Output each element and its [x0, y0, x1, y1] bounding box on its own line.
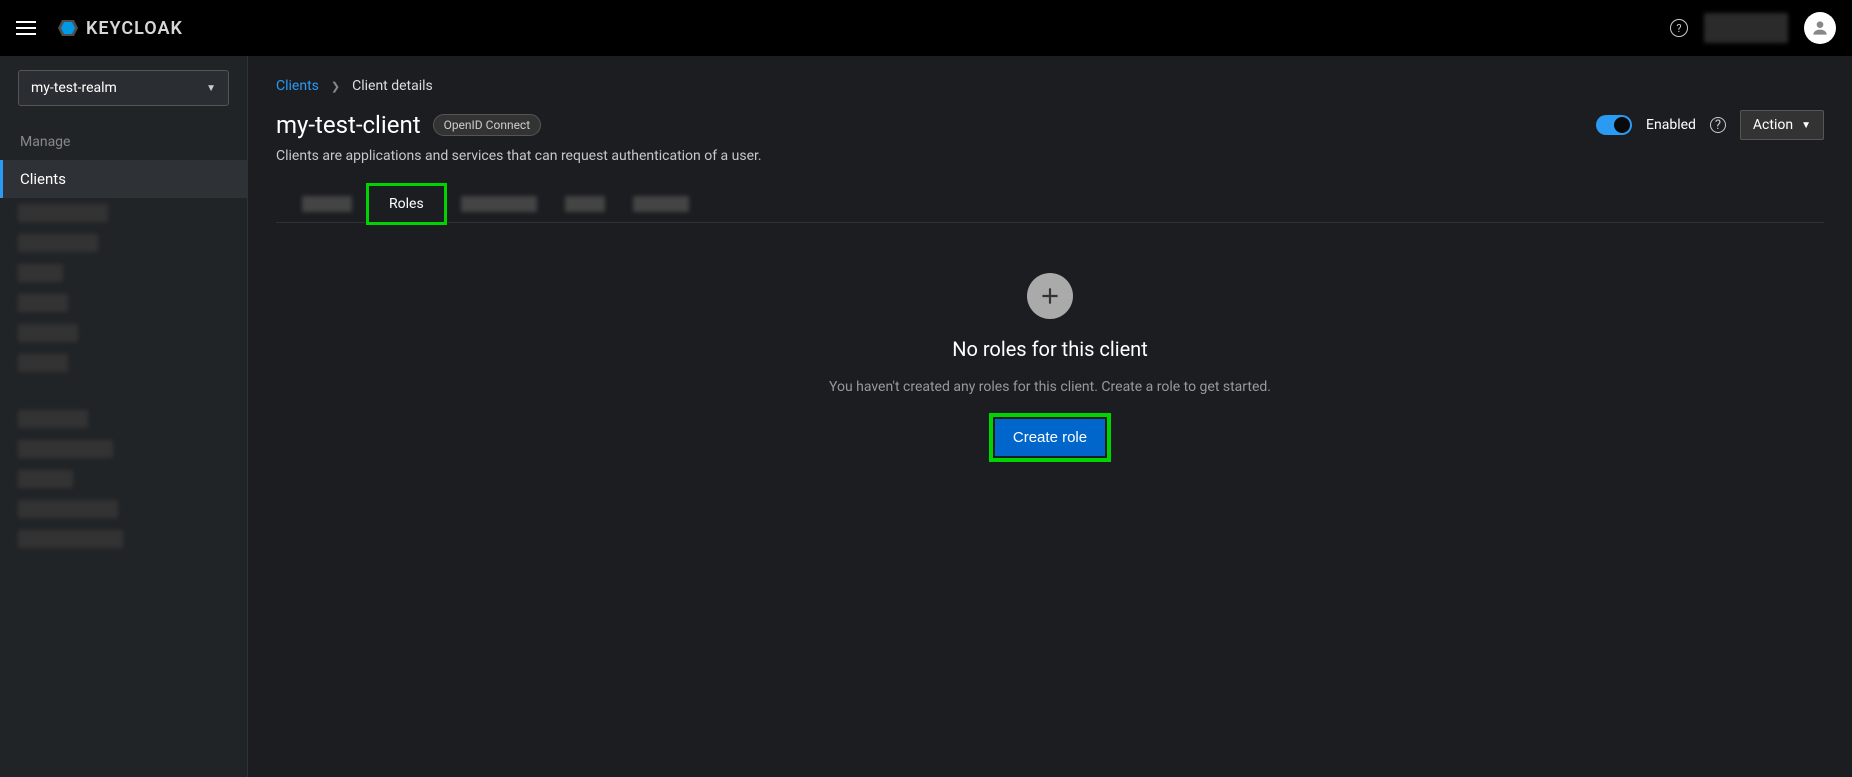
create-role-button[interactable]: Create role	[995, 419, 1105, 456]
page-title: my-test-client	[276, 111, 421, 139]
tab-label: Roles	[389, 196, 424, 212]
sidebar-item-clients[interactable]: Clients	[0, 160, 247, 198]
sidebar-item-redacted[interactable]	[18, 410, 88, 428]
breadcrumb: Clients ❯ Client details	[276, 78, 1824, 94]
empty-description: You haven't created any roles for this c…	[829, 379, 1271, 395]
protocol-badge: OpenID Connect	[433, 114, 542, 136]
title-row: my-test-client OpenID Connect Enabled ? …	[276, 110, 1824, 140]
breadcrumb-current: Client details	[352, 78, 433, 94]
app-header: KEYCLOAK ?	[0, 0, 1852, 56]
menu-toggle-icon[interactable]	[16, 21, 36, 35]
plus-icon	[1037, 283, 1063, 309]
title-left: my-test-client OpenID Connect	[276, 111, 541, 139]
user-avatar[interactable]	[1804, 12, 1836, 44]
enabled-toggle[interactable]	[1596, 115, 1632, 135]
create-role-highlight: Create role	[989, 413, 1111, 462]
brand-text: KEYCLOAK	[86, 18, 183, 39]
enabled-label: Enabled	[1646, 117, 1696, 133]
tab-redacted[interactable]	[461, 196, 537, 212]
empty-title: No roles for this client	[952, 337, 1148, 361]
plus-circle-icon	[1027, 273, 1073, 319]
enabled-help-icon[interactable]: ?	[1710, 117, 1726, 133]
tab-roles[interactable]: Roles	[366, 183, 447, 225]
title-right: Enabled ? Action ▼	[1596, 110, 1824, 140]
sidebar-item-redacted[interactable]	[18, 324, 78, 342]
tabs: Roles	[276, 186, 1824, 223]
keycloak-logo-icon	[56, 16, 80, 40]
empty-state: No roles for this client You haven't cre…	[276, 273, 1824, 462]
page-subtitle: Clients are applications and services th…	[276, 148, 1824, 164]
header-right: ?	[1670, 12, 1836, 44]
sidebar-item-redacted[interactable]	[18, 354, 68, 372]
tab-redacted[interactable]	[633, 196, 689, 212]
nav-section-manage: Manage	[0, 116, 247, 160]
sidebar-item-redacted[interactable]	[18, 264, 63, 282]
realm-selector[interactable]: my-test-realm ▼	[18, 70, 229, 106]
chevron-right-icon: ❯	[331, 80, 340, 93]
brand[interactable]: KEYCLOAK	[56, 16, 183, 40]
sidebar-item-redacted[interactable]	[18, 530, 123, 548]
sidebar-item-label: Clients	[20, 170, 66, 188]
sidebar-item-redacted[interactable]	[18, 294, 68, 312]
realm-selector-value: my-test-realm	[31, 80, 117, 96]
sidebar-item-redacted[interactable]	[18, 204, 108, 222]
sidebar: my-test-realm ▼ Manage Clients	[0, 56, 248, 777]
action-dropdown[interactable]: Action ▼	[1740, 110, 1824, 140]
caret-down-icon: ▼	[1801, 120, 1811, 131]
user-icon	[1810, 18, 1830, 38]
header-left: KEYCLOAK	[16, 16, 183, 40]
action-label: Action	[1753, 117, 1793, 133]
sidebar-item-redacted[interactable]	[18, 470, 73, 488]
main-content: Clients ❯ Client details my-test-client …	[248, 56, 1852, 777]
sidebar-item-redacted[interactable]	[18, 234, 98, 252]
tab-redacted[interactable]	[302, 196, 352, 212]
sidebar-item-redacted[interactable]	[18, 440, 113, 458]
help-icon[interactable]: ?	[1670, 19, 1688, 37]
app-body: my-test-realm ▼ Manage Clients Clients ❯…	[0, 56, 1852, 777]
sidebar-item-redacted[interactable]	[18, 500, 118, 518]
breadcrumb-clients-link[interactable]: Clients	[276, 78, 319, 94]
header-redacted	[1704, 13, 1788, 43]
caret-down-icon: ▼	[206, 83, 216, 94]
tab-redacted[interactable]	[565, 196, 605, 212]
